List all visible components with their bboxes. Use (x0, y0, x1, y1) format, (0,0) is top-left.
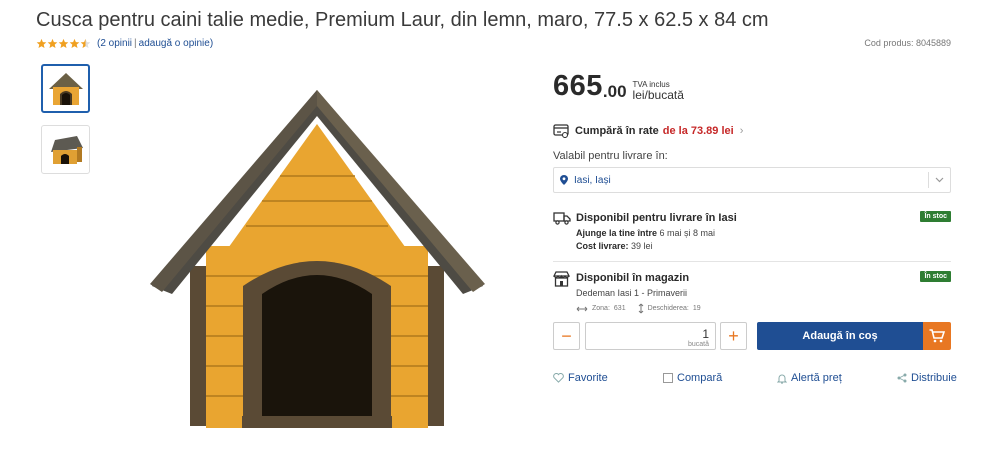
add-review-link[interactable]: adaugă o opinie) (139, 38, 214, 49)
reviews-link[interactable]: (2 opinii (97, 38, 132, 49)
favorite-button[interactable]: Favorite (553, 372, 608, 384)
quantity-increase-button[interactable]: + (720, 322, 747, 350)
installments-label: Cumpără în rate (575, 125, 659, 137)
rating-row: (2 opinii | adaugă o opinie) (36, 38, 213, 49)
city-select[interactable]: Iasi, Iași (553, 167, 951, 193)
store-title: Disponibil în magazin (576, 272, 690, 284)
chevron-right-icon: › (739, 125, 744, 137)
zone-label: Zona: (592, 305, 610, 312)
doghouse-thumb-image (50, 135, 83, 164)
store-meta: Zona: 631 Deschiderea: 19 (576, 303, 701, 314)
bell-icon (777, 374, 787, 384)
compare-label: Compară (677, 372, 723, 384)
installments-link[interactable]: Cumpără în rate de la 73.89 lei › (553, 124, 743, 138)
arrives-value: 6 mai și 8 mai (659, 228, 716, 238)
quantity-value: 1 (702, 327, 709, 341)
share-button[interactable]: Distribuie (897, 372, 957, 384)
installments-amount: de la 73.89 lei (662, 125, 734, 137)
product-code: Cod produs: 8045889 (864, 38, 951, 48)
doghouse-thumb-image (48, 72, 83, 105)
price-decimal: .00 (602, 82, 627, 101)
opening-label: Deschiderea: (647, 305, 689, 312)
star-icon (47, 38, 58, 49)
product-main-image (150, 90, 485, 428)
delivery-truck-icon (553, 212, 571, 225)
price-unit: lei/bucată (632, 88, 684, 102)
share-label: Distribuie (911, 372, 957, 384)
installments-icon (553, 124, 569, 138)
delivery-cost-value: 39 lei (631, 241, 653, 251)
thumbnail-2[interactable] (41, 125, 90, 174)
zone-arrows-icon (576, 306, 588, 311)
star-half-icon (80, 38, 91, 49)
price-box: 665 .00 TVA inclus lei/bucată (553, 70, 684, 102)
stock-badge: În stoc (920, 271, 951, 282)
add-to-cart-button[interactable]: Adaugă în coș (757, 322, 951, 350)
zone-value: 631 (613, 305, 626, 312)
store-name: Dedeman Iasi 1 - Primaverii (576, 288, 688, 298)
stock-badge: În stoc (920, 211, 951, 222)
divider (553, 261, 951, 262)
chevron-down-icon (928, 172, 950, 188)
thumbnail-1[interactable] (41, 64, 90, 113)
quantity-decrease-button[interactable]: − (553, 322, 580, 350)
favorite-label: Favorite (568, 372, 608, 384)
star-icon (36, 38, 47, 49)
delivery-label: Valabil pentru livrare în: (553, 150, 668, 162)
rating-stars (36, 38, 91, 49)
add-to-cart-label: Adaugă în coș (757, 322, 923, 350)
delivery-title: Disponibil pentru livrare în Iasi (576, 212, 737, 224)
arrives-label: Ajunge la tine între (576, 228, 658, 238)
compare-button[interactable]: Compară (663, 372, 722, 384)
star-icon (69, 38, 80, 49)
opening-value: 19 (692, 305, 701, 312)
heart-icon (553, 373, 564, 383)
shelf-arrows-icon (638, 303, 643, 314)
cart-icon (923, 322, 951, 350)
price-alert-button[interactable]: Alertă preț (777, 372, 842, 384)
star-icon (58, 38, 69, 49)
price-alert-label: Alertă preț (791, 372, 842, 384)
checkbox-icon (663, 373, 673, 383)
location-pin-icon (560, 175, 568, 185)
store-icon (553, 271, 570, 287)
product-title: Cusca pentru caini talie medie, Premium … (36, 9, 769, 31)
price-integer: 665 (553, 70, 603, 102)
quantity-input[interactable]: 1 bucată (585, 322, 716, 350)
quantity-unit: bucată (687, 341, 709, 348)
city-value: Iasi, Iași (574, 174, 611, 186)
share-icon (897, 373, 907, 383)
delivery-cost-label: Cost livrare: (576, 241, 629, 251)
